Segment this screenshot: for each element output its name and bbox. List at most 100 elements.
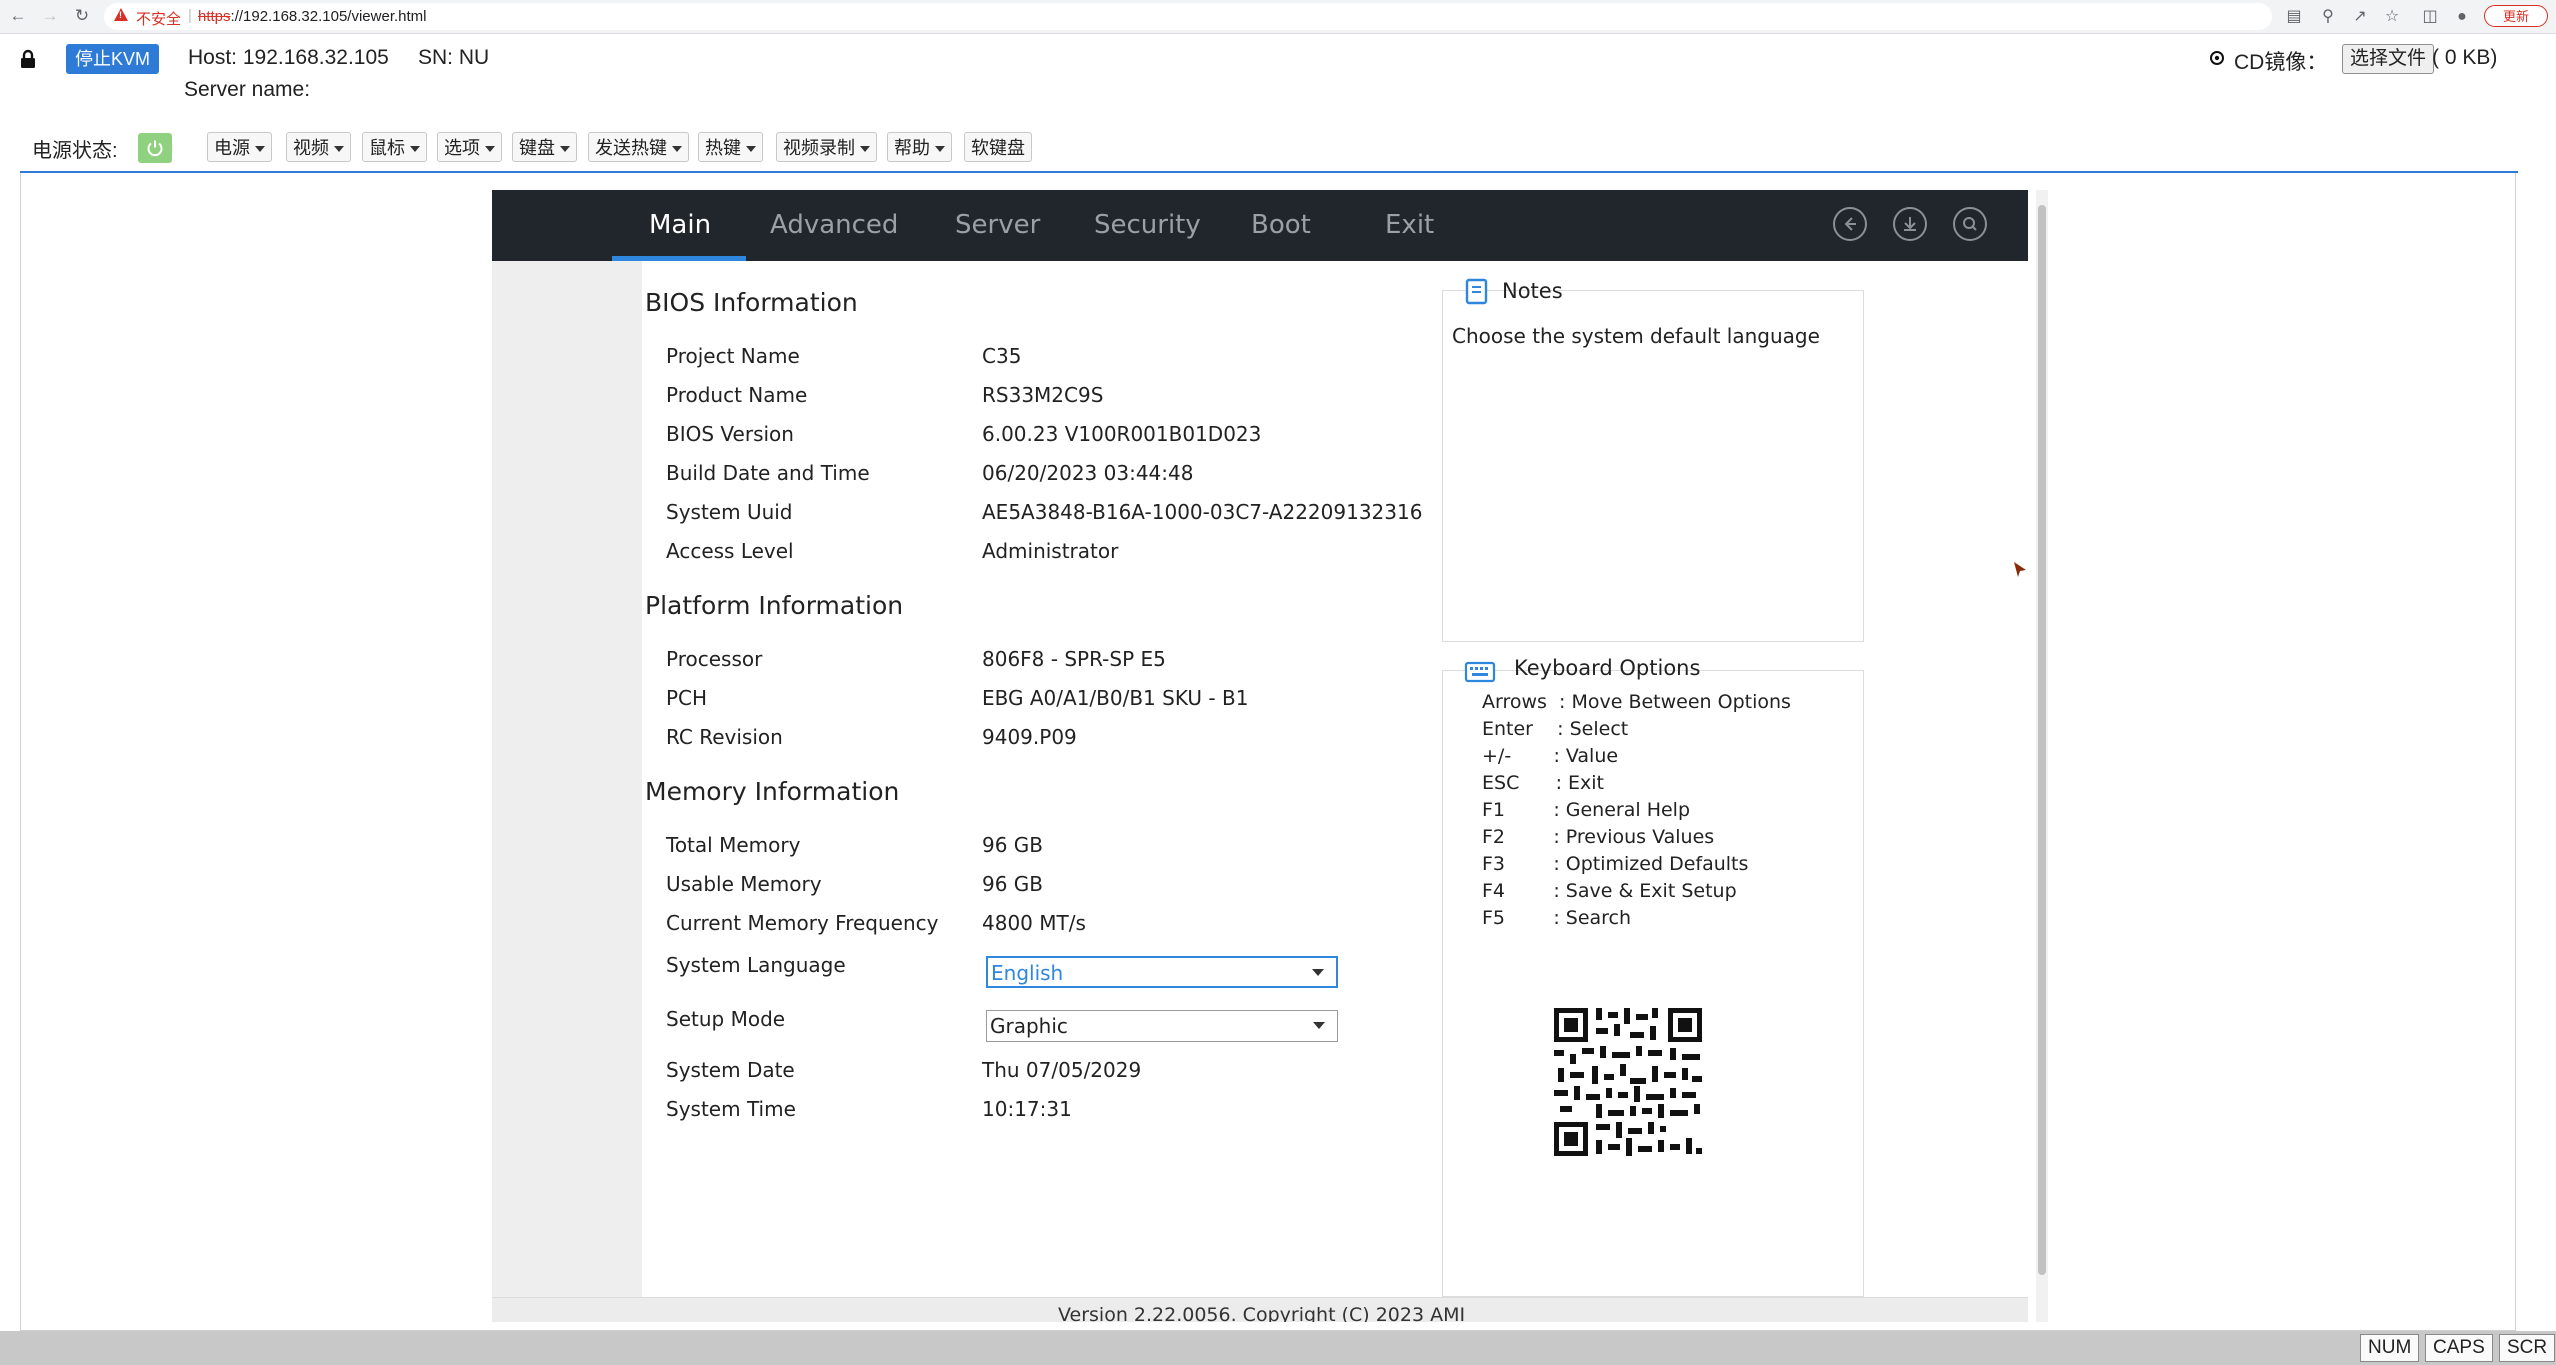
processor-value: 806F8 - SPR-SP E5 [982,647,1166,671]
bios-left-gutter [492,261,642,1322]
profile-icon[interactable]: ● [2452,7,2472,27]
menu-send-hotkey[interactable]: 发送热键 [588,132,689,162]
menu-label: 键盘 [519,138,555,158]
platform-info-heading: Platform Information [645,591,904,620]
status-bar [0,1331,2556,1365]
zoom-icon[interactable]: ⚲ [2318,7,2338,27]
search-icon[interactable] [1953,207,1987,241]
menu-label: 电源 [214,138,250,158]
system-language-value: English [991,961,1064,985]
system-uuid-label: System Uuid [666,500,793,524]
keyboard-icon [1464,661,1496,683]
cd-icon [2210,51,2224,65]
menu-keyboard[interactable]: 键盘 [512,132,577,162]
not-secure-label[interactable]: 不安全 [136,8,181,29]
menu-options[interactable]: 选项 [437,132,502,162]
usable-memory-label: Usable Memory [666,872,822,896]
memory-frequency-value: 4800 MT/s [982,911,1086,935]
caret-down-icon [485,146,495,153]
menu-video-record[interactable]: 视频录制 [776,132,877,162]
total-memory-label: Total Memory [666,833,801,857]
rc-revision-value: 9409.P09 [982,725,1077,749]
system-date-value[interactable]: Thu 07/05/2029 [982,1058,1141,1082]
caret-down-icon [935,146,945,153]
tab-main[interactable]: Main [649,190,711,261]
keyboard-option-line: ESC : Exit [1482,772,1604,794]
build-date-label: Build Date and Time [666,461,870,485]
system-language-select[interactable]: English [986,956,1338,988]
keyboard-option-line: F4 : Save & Exit Setup [1482,880,1737,902]
soft-keyboard-button[interactable]: 软键盘 [964,132,1032,162]
caret-down-icon [860,146,870,153]
notes-title: Notes [1502,279,1563,303]
menu-power[interactable]: 电源 [207,132,272,162]
menu-label: 帮助 [894,138,930,158]
side-panel-icon[interactable]: ◫ [2420,7,2440,27]
menu-help[interactable]: 帮助 [887,132,952,162]
caret-down-icon [560,146,570,153]
bios-version-value: 6.00.23 V100R001B01D023 [982,422,1262,446]
keyboard-option-line: F3 : Optimized Defaults [1482,853,1749,875]
tab-server[interactable]: Server [955,190,1040,261]
keyboard-option-line: Arrows : Move Between Options [1482,691,1791,713]
server-name-label: Server name: [184,78,311,101]
system-language-label: System Language [666,953,846,977]
chevron-down-icon [1313,1022,1325,1029]
power-status-button[interactable] [138,133,172,163]
keyboard-option-line: +/- : Value [1482,745,1619,767]
url-protocol: https [198,8,231,25]
bookmark-star-icon[interactable]: ☆ [2382,7,2402,27]
memory-info-heading: Memory Information [645,777,900,806]
tab-security[interactable]: Security [1094,190,1201,261]
reload-icon[interactable]: ↻ [72,6,92,26]
forward-arrow-icon[interactable]: → [40,6,60,26]
rc-revision-label: RC Revision [666,725,783,749]
menu-label: 选项 [444,138,480,158]
chevron-down-icon [1312,969,1324,976]
scroll-lock-indicator: SCR [2499,1334,2556,1362]
menu-video[interactable]: 视频 [286,132,351,162]
menu-label: 视频 [293,138,329,158]
menu-label: 视频录制 [783,138,855,158]
url-text[interactable]: https://192.168.32.105/viewer.html [198,8,427,25]
warning-icon: ! [114,8,128,21]
setup-mode-select[interactable]: Graphic [986,1010,1338,1042]
menu-label: 发送热键 [595,138,667,158]
caret-down-icon [746,146,756,153]
usable-memory-value: 96 GB [982,872,1044,896]
product-name-value: RS33M2C9S [982,383,1104,407]
menu-hotkey[interactable]: 热键 [698,132,763,162]
menu-mouse[interactable]: 鼠标 [362,132,427,162]
address-bar[interactable] [104,3,2272,30]
mouse-cursor-icon [2014,562,2026,577]
system-date-label: System Date [666,1058,795,1082]
keyboard-option-line: F1 : General Help [1482,799,1691,821]
translate-icon[interactable]: ▤ [2284,7,2304,27]
power-status-label: 电源状态: [32,140,118,162]
system-time-value[interactable]: 10:17:31 [982,1097,1072,1121]
back-icon[interactable] [1833,207,1867,241]
url-path: ://192.168.32.105/viewer.html [230,8,427,25]
project-name-value: C35 [982,344,1022,368]
tab-advanced[interactable]: Advanced [770,190,898,261]
update-button[interactable]: 更新 [2484,5,2548,27]
back-arrow-icon[interactable]: ← [8,6,28,26]
tab-exit[interactable]: Exit [1385,190,1434,261]
setup-mode-label: Setup Mode [666,1007,786,1031]
tab-boot[interactable]: Boot [1251,190,1311,261]
menu-label: 鼠标 [369,138,405,158]
save-icon[interactable] [1893,207,1927,241]
caret-down-icon [410,146,420,153]
share-icon[interactable]: ↗ [2350,7,2370,27]
keyboard-options-title: Keyboard Options [1514,656,1701,680]
caps-lock-indicator: CAPS [2425,1334,2493,1362]
num-lock-indicator: NUM [2360,1334,2420,1362]
stop-kvm-button[interactable]: 停止KVM [66,44,160,74]
bios-screen[interactable]: Main Advanced Server Security Boot Exit … [492,190,2028,1322]
choose-file-button[interactable]: 选择文件 [2342,44,2435,74]
caret-down-icon [334,146,344,153]
caret-down-icon [255,146,265,153]
host-label: Host: 192.168.32.105 [188,46,389,69]
viewer-scrollbar-thumb[interactable] [2038,205,2046,1275]
project-name-label: Project Name [666,344,800,368]
